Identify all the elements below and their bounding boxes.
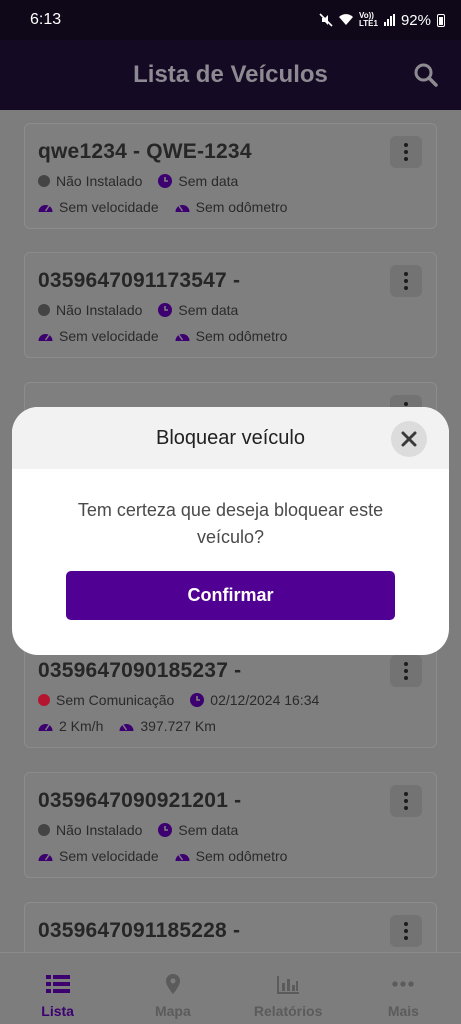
dialog-title: Bloquear veículo — [156, 426, 305, 449]
close-button[interactable] — [391, 421, 427, 457]
status-dot — [38, 824, 50, 836]
search-icon — [414, 63, 438, 87]
search-button[interactable] — [413, 62, 439, 88]
page-title: Lista de Veículos — [133, 61, 328, 88]
clock-icon — [158, 823, 173, 837]
odometer-icon — [175, 854, 190, 861]
vehicle-card[interactable]: 0359647090921201 - Não Instalado Sem dat… — [24, 772, 437, 878]
status-icons: Vo)) LTE1 92% — [319, 12, 445, 29]
vehicle-menu-button[interactable] — [390, 655, 422, 687]
vehicle-status: Não Instalado — [56, 822, 143, 838]
clock-icon — [158, 303, 173, 317]
vehicle-menu-button[interactable] — [390, 785, 422, 817]
vehicle-metrics-row: Sem velocidade Sem odômetro — [38, 328, 303, 344]
network-type: Vo)) LTE1 — [359, 11, 378, 28]
nav-label: Lista — [41, 1003, 74, 1019]
nav-item-relatorios[interactable]: Relatórios — [231, 953, 346, 1024]
dialog-header: Bloquear veículo — [12, 407, 449, 469]
app-bar: Lista de Veículos — [0, 40, 461, 110]
vehicle-title: 0359647090185237 - — [38, 659, 242, 682]
status-dot — [38, 175, 50, 187]
vehicle-menu-button[interactable] — [390, 136, 422, 168]
nav-label: Relatórios — [253, 1003, 323, 1019]
mute-icon — [319, 13, 333, 27]
nav-label: Mais — [387, 1003, 419, 1019]
vehicle-status-row: Não Instalado Sem data — [38, 173, 254, 189]
vehicle-status: Não Instalado — [56, 173, 143, 189]
status-dot — [38, 304, 50, 316]
vehicle-title: 0359647091185228 - — [38, 919, 241, 942]
status-bar: 6:13 Vo)) LTE1 92% — [0, 0, 461, 40]
vehicle-status-row: Não Instalado Sem data — [38, 822, 254, 838]
vehicle-card[interactable]: 0359647090185237 - Sem Comunicação 02/12… — [24, 642, 437, 748]
vehicle-date: Sem data — [178, 173, 239, 189]
vehicle-title: 0359647090921201 - — [38, 789, 242, 812]
list-icon — [45, 975, 70, 993]
vehicle-status-row: Sem Comunicação 02/12/2024 16:34 — [38, 692, 335, 708]
speedometer-icon — [38, 854, 53, 861]
vehicle-date: Sem data — [178, 302, 239, 318]
vehicle-metrics-row: Sem velocidade Sem odômetro — [38, 199, 303, 215]
signal-icon — [383, 14, 395, 26]
vehicle-speed: 2 Km/h — [59, 718, 104, 734]
bottom-nav: Lista Mapa Relatórios Mais — [0, 952, 461, 1024]
vehicle-metrics-row: 2 Km/h 397.727 Km — [38, 718, 232, 734]
bar-chart-icon — [277, 976, 300, 994]
nav-label: Mapa — [154, 1003, 191, 1019]
wifi-icon — [339, 14, 353, 25]
battery-percent: 92% — [400, 11, 431, 29]
speedometer-icon — [38, 724, 53, 731]
clock-icon — [190, 693, 205, 707]
vehicle-speed: Sem velocidade — [59, 328, 159, 344]
battery-icon — [437, 13, 445, 27]
nav-item-lista[interactable]: Lista — [0, 953, 115, 1024]
vehicle-status-row: Não Instalado Sem data — [38, 302, 254, 318]
vehicle-status: Sem Comunicação — [56, 692, 175, 708]
vehicle-title: 0359647091173547 - — [38, 269, 241, 292]
vehicle-speed: Sem velocidade — [59, 199, 159, 215]
vehicle-odometer: Sem odômetro — [195, 199, 288, 215]
odometer-icon — [119, 724, 134, 731]
vehicle-card[interactable]: 0359647091185228 - — [24, 902, 437, 952]
clock-icon — [158, 174, 173, 188]
vehicle-status: Não Instalado — [56, 302, 143, 318]
vehicle-odometer: Sem odômetro — [195, 848, 288, 864]
vehicle-card[interactable]: 0359647091173547 - Não Instalado Sem dat… — [24, 252, 437, 358]
dialog-message: Tem certeza que deseja bloquear este veí… — [77, 500, 384, 547]
vehicle-menu-button[interactable] — [390, 265, 422, 297]
nav-item-mais[interactable]: Mais — [346, 953, 461, 1024]
vehicle-date: 02/12/2024 16:34 — [210, 692, 320, 708]
vehicle-metrics-row: Sem velocidade Sem odômetro — [38, 848, 303, 864]
vehicle-odometer: Sem odômetro — [195, 328, 288, 344]
vehicle-odometer: 397.727 Km — [140, 718, 216, 734]
odometer-icon — [175, 205, 190, 212]
more-dots-icon — [392, 981, 414, 987]
vehicle-date: Sem data — [178, 822, 239, 838]
status-time: 6:13 — [30, 11, 62, 28]
odometer-icon — [175, 334, 190, 341]
close-icon — [401, 431, 417, 447]
vehicle-speed: Sem velocidade — [59, 848, 159, 864]
status-dot — [38, 694, 50, 706]
speedometer-icon — [38, 334, 53, 341]
confirm-button[interactable]: Confirmar — [66, 571, 395, 620]
vehicle-title: qwe1234 - QWE-1234 — [38, 140, 252, 163]
vehicle-menu-button[interactable] — [390, 915, 422, 947]
nav-item-mapa[interactable]: Mapa — [115, 953, 230, 1024]
map-pin-icon — [165, 974, 180, 994]
speedometer-icon — [38, 205, 53, 212]
vehicle-card[interactable]: qwe1234 - QWE-1234 Não Instalado Sem dat… — [24, 123, 437, 229]
block-vehicle-dialog: Bloquear veículo Tem certeza que deseja … — [12, 407, 449, 655]
